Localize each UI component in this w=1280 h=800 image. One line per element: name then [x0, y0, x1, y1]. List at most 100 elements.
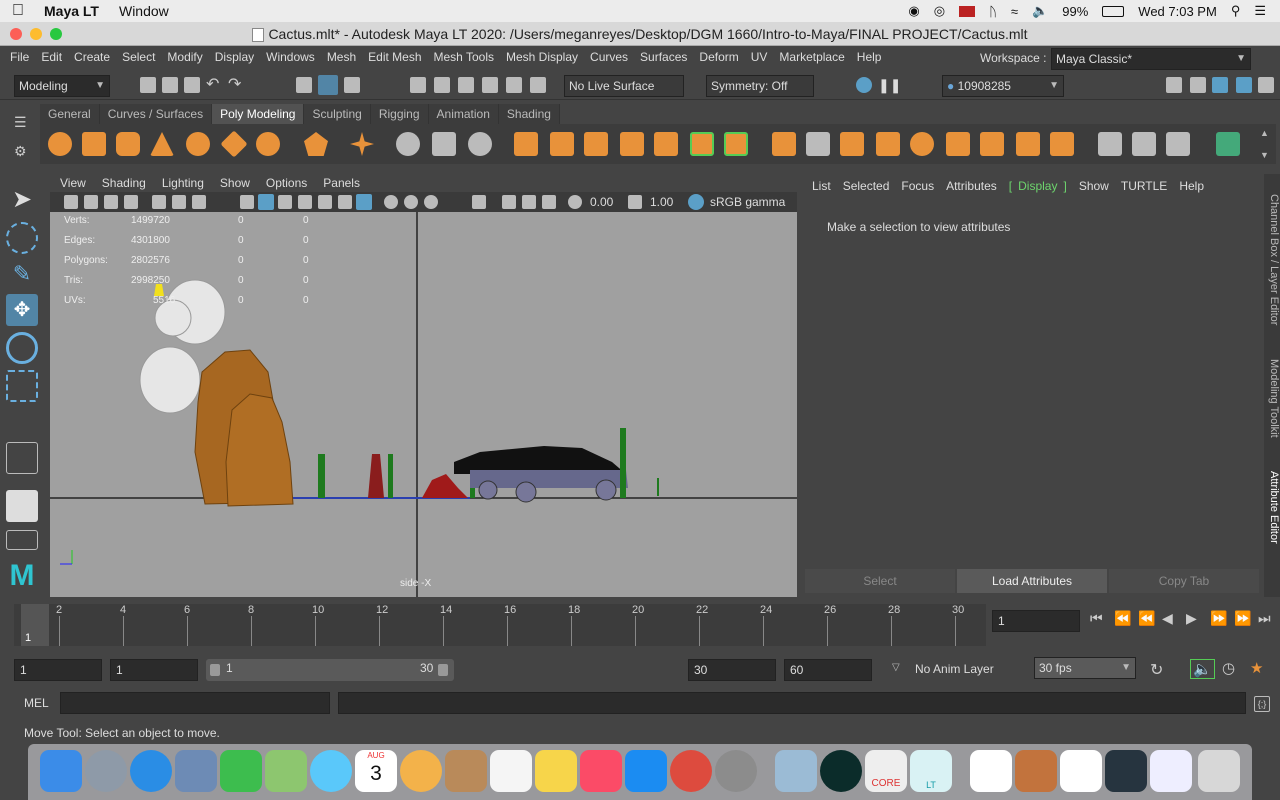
notes-icon[interactable]	[535, 750, 577, 792]
camera-attributes-icon[interactable]	[84, 195, 98, 209]
layout-four-pane-icon[interactable]	[6, 490, 38, 522]
scene-view[interactable]: Verts: 1499720 0 0 Edges: 4301800 0 0 Polygons…	[50, 212, 797, 597]
workspace-dropdown[interactable]: Maya Classic* ▼	[1051, 48, 1251, 70]
gamma-icon[interactable]	[628, 195, 642, 209]
copy-tab-button[interactable]: Copy Tab	[1109, 569, 1259, 593]
rotate-tool-icon[interactable]	[6, 332, 38, 364]
panel-menu-show[interactable]: Show	[212, 174, 258, 192]
animation-start-field[interactable]: 1	[14, 659, 102, 681]
snap-view-plane-icon[interactable]	[482, 77, 498, 93]
poly-sphere-icon[interactable]	[48, 132, 72, 156]
save-scene-icon[interactable]	[184, 77, 200, 93]
motion-blur-icon[interactable]	[404, 195, 418, 209]
channel-box-icon[interactable]	[1236, 77, 1252, 93]
attribute-editor-icon[interactable]	[1190, 77, 1206, 93]
apple-icon[interactable]: 	[12, 2, 24, 20]
shelf-tab-animation[interactable]: Animation	[428, 104, 499, 124]
finder-icon[interactable]	[40, 750, 82, 792]
menu-mesh-tools[interactable]: Mesh Tools	[428, 50, 500, 64]
resolution-gate-icon[interactable]	[192, 195, 206, 209]
menu-uv[interactable]: UV	[745, 50, 774, 64]
select-component-icon[interactable]	[344, 77, 360, 93]
smooth-shade-icon[interactable]	[258, 194, 274, 210]
render-icon[interactable]	[856, 77, 872, 93]
color-management-icon[interactable]	[688, 194, 704, 210]
textured-icon[interactable]	[298, 195, 312, 209]
safari-icon[interactable]	[130, 750, 172, 792]
symmetry-dropdown[interactable]: Symmetry: Off	[706, 75, 814, 97]
shelf-tab-sculpting[interactable]: Sculpting	[304, 104, 371, 124]
photos-icon[interactable]	[400, 750, 442, 792]
multi-cut-icon[interactable]	[1050, 132, 1074, 156]
poly-plane-icon[interactable]	[220, 130, 248, 158]
menu-help[interactable]: Help	[851, 50, 888, 64]
mel-input[interactable]	[60, 692, 330, 714]
append-polygon-icon[interactable]	[910, 132, 934, 156]
preview-icon[interactable]	[775, 750, 817, 792]
gitkraken-icon[interactable]	[820, 750, 862, 792]
tab-attribute-editor[interactable]: Attribute Editor	[1264, 464, 1280, 550]
quad-draw-icon[interactable]	[1132, 132, 1156, 156]
contacts-icon[interactable]	[445, 750, 487, 792]
shelf-scroll-up-icon[interactable]: ▲	[1260, 128, 1269, 138]
modeling-toolkit-icon[interactable]	[1166, 77, 1182, 93]
music-icon[interactable]	[580, 750, 622, 792]
bevel-icon[interactable]	[840, 132, 864, 156]
menu-file[interactable]: File	[4, 50, 35, 64]
recent-document-2-icon[interactable]	[1015, 750, 1057, 792]
menu-edit[interactable]: Edit	[35, 50, 68, 64]
color-space-value[interactable]: sRGB gamma	[710, 195, 785, 209]
wifi-icon[interactable]: ≈	[1011, 4, 1018, 19]
wedge-icon[interactable]	[980, 132, 1004, 156]
bridge-icon[interactable]	[806, 132, 830, 156]
shelf-tab-general[interactable]: General	[40, 104, 100, 124]
shelf-tab-rigging[interactable]: Rigging	[370, 104, 429, 124]
reduce-icon[interactable]	[620, 132, 644, 156]
shadows-icon[interactable]	[338, 195, 352, 209]
undo-icon[interactable]: ↶	[206, 77, 222, 93]
remesh-icon[interactable]	[654, 132, 678, 156]
wireframe-icon[interactable]	[240, 195, 254, 209]
move-tool-icon[interactable]: ✥	[6, 294, 38, 326]
pencil-icon[interactable]	[1098, 132, 1122, 156]
select-button[interactable]: Select	[805, 569, 955, 593]
shelf-tab-shading[interactable]: Shading	[498, 104, 560, 124]
snap-surface-icon[interactable]	[506, 77, 522, 93]
app-menu-maya-lt[interactable]: Maya LT	[44, 3, 99, 19]
step-back-frame-icon[interactable]: ⏪	[1114, 610, 1131, 627]
script-editor-icon[interactable]: {;}	[1254, 696, 1270, 712]
xray-joints-icon[interactable]	[502, 195, 516, 209]
close-window-button[interactable]	[10, 28, 22, 40]
layers-icon[interactable]	[1258, 77, 1274, 93]
select-hierarchy-icon[interactable]	[296, 77, 312, 93]
camera-icon[interactable]	[64, 195, 78, 209]
cb-menu-focus[interactable]: Focus	[895, 179, 940, 193]
animation-end-field[interactable]: 60	[784, 659, 872, 681]
shelf-menu-icon[interactable]: ☰	[14, 114, 27, 131]
menu-select[interactable]: Select	[116, 50, 161, 64]
current-frame-field[interactable]: 1	[992, 610, 1080, 632]
lasso-tool-icon[interactable]	[6, 222, 38, 254]
exposure-value[interactable]: 0.00	[590, 195, 613, 209]
eagle-app-icon[interactable]	[175, 750, 217, 792]
shelf-tab-curves-surfaces[interactable]: Curves / Surfaces	[99, 104, 213, 124]
menu-modify[interactable]: Modify	[161, 50, 208, 64]
user-account-dropdown[interactable]: ● 10908285 ▼	[942, 75, 1064, 97]
pause-render-icon[interactable]: ❚❚	[878, 77, 901, 93]
messages-icon[interactable]	[310, 750, 352, 792]
layout-single-pane-icon[interactable]	[6, 442, 38, 474]
poly-cone-icon[interactable]	[150, 132, 174, 156]
menu-curves[interactable]: Curves	[584, 50, 634, 64]
step-forward-frame-icon[interactable]: ⏩	[1234, 610, 1251, 627]
cb-menu-show[interactable]: Show	[1073, 179, 1115, 193]
trash-icon[interactable]	[1198, 750, 1240, 792]
cb-menu-attributes[interactable]: Attributes	[940, 179, 1003, 193]
playback-start-field[interactable]: 1	[110, 659, 198, 681]
maps-icon[interactable]	[265, 750, 307, 792]
range-slider[interactable]: 1 30	[206, 659, 454, 681]
poly-torus-icon[interactable]	[186, 132, 210, 156]
boolean-union-icon[interactable]	[550, 132, 574, 156]
fill-hole-icon[interactable]	[876, 132, 900, 156]
menu-edit-mesh[interactable]: Edit Mesh	[362, 50, 427, 64]
recent-document-5-icon[interactable]	[1150, 750, 1192, 792]
